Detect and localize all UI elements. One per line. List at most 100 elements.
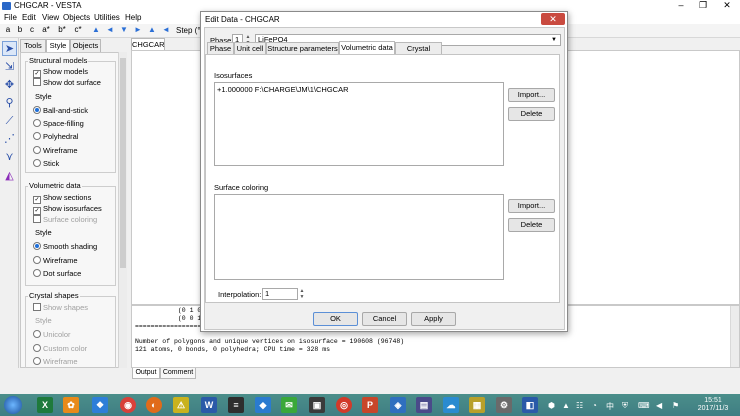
- tab-phase[interactable]: Phase: [207, 42, 234, 54]
- chrome-icon[interactable]: ◉: [120, 397, 136, 413]
- app9-icon[interactable]: ≡: [228, 397, 244, 413]
- tab-objects[interactable]: Objects: [70, 39, 101, 52]
- maximize-button[interactable]: ❐: [692, 0, 714, 11]
- radio-crystal-wireframe[interactable]: Wireframe: [33, 357, 78, 367]
- excel-icon[interactable]: X: [37, 397, 53, 413]
- select-tool-icon[interactable]: ➤: [2, 41, 17, 56]
- tab-output[interactable]: Output: [132, 368, 160, 379]
- minimize-button[interactable]: –: [670, 0, 692, 11]
- magnify-tool-icon[interactable]: ⚲: [2, 96, 17, 111]
- lattice-plane-tool-icon[interactable]: ◭: [2, 169, 17, 184]
- app14-icon[interactable]: ◈: [390, 397, 406, 413]
- translate-tool-icon[interactable]: ✥: [2, 78, 17, 93]
- app19-icon[interactable]: ◧: [522, 397, 538, 413]
- tray-icon[interactable]: ⬢: [548, 401, 555, 410]
- show-models-checkbox[interactable]: ✓ Show models: [33, 67, 88, 78]
- dihedral-tool-icon[interactable]: ⋎: [2, 150, 17, 165]
- coloring-delete-button[interactable]: Delete: [508, 218, 555, 232]
- firefox-icon[interactable]: ◐: [146, 397, 162, 413]
- angle-tool-icon[interactable]: ⋰: [2, 132, 17, 147]
- panel-scrollbar[interactable]: [118, 52, 127, 368]
- isosurface-delete-button[interactable]: Delete: [508, 107, 555, 121]
- radio-polyhedral[interactable]: Polyhedral: [33, 132, 78, 142]
- surface-coloring-list[interactable]: [214, 194, 504, 280]
- taskbar-clock[interactable]: 15:51 2017/11/3: [688, 397, 738, 413]
- dialog-close-button[interactable]: ✕: [541, 13, 565, 25]
- show-isosurfaces-checkbox[interactable]: ✓ Show isosurfaces: [33, 204, 102, 215]
- rotate-right-icon[interactable]: ►: [132, 25, 144, 34]
- radio-ball-and-stick[interactable]: Ball-and-stick: [33, 106, 88, 116]
- menu-edit[interactable]: Edit: [22, 13, 36, 22]
- isosurface-entry[interactable]: +1.000000 F:\CHARGE\JM\1\CHGCAR: [217, 85, 349, 94]
- tab-comment[interactable]: Comment: [160, 368, 196, 379]
- tab-style[interactable]: Style: [46, 39, 70, 53]
- view-c-button[interactable]: c: [26, 25, 38, 34]
- start-button[interactable]: [4, 396, 22, 414]
- close-button[interactable]: ✕: [716, 0, 738, 11]
- tab-structure-parameters[interactable]: Structure parameters: [266, 42, 339, 54]
- ok-button[interactable]: OK: [313, 312, 358, 326]
- surface-coloring-checkbox[interactable]: Surface coloring: [33, 215, 97, 225]
- interpolation-spinner[interactable]: ▲ ▼: [298, 288, 306, 300]
- menu-help[interactable]: Help: [125, 13, 141, 22]
- output-scrollbar[interactable]: [730, 306, 739, 367]
- interpolation-field[interactable]: 1: [262, 288, 298, 300]
- app2-icon[interactable]: ✿: [63, 397, 79, 413]
- apply-button[interactable]: Apply: [411, 312, 456, 326]
- panel-scroll-thumb[interactable]: [120, 58, 126, 268]
- app12-icon[interactable]: ◎: [336, 397, 352, 413]
- isosurfaces-list[interactable]: +1.000000 F:\CHARGE\JM\1\CHGCAR: [214, 82, 504, 166]
- view-c-star-button[interactable]: c*: [72, 25, 84, 34]
- radio-custom-color[interactable]: Custom color: [33, 344, 87, 354]
- radio-space-filling[interactable]: Space-filling: [33, 119, 84, 129]
- distance-tool-icon[interactable]: ⟋: [2, 114, 17, 129]
- shield-icon[interactable]: ⛨: [622, 401, 628, 411]
- app11-icon[interactable]: ▣: [309, 397, 325, 413]
- radio-unicolor[interactable]: Unicolor: [33, 330, 71, 340]
- wifi-icon[interactable]: ◔: [592, 401, 597, 410]
- app18-icon[interactable]: ⚙: [496, 397, 512, 413]
- menu-file[interactable]: File: [4, 13, 17, 22]
- tray-up-icon[interactable]: ▲: [562, 401, 570, 410]
- tab-volumetric-data[interactable]: Volumetric data: [339, 41, 395, 54]
- rotate-left-icon[interactable]: ◄: [104, 25, 116, 34]
- rotate-down-icon[interactable]: ▼: [118, 25, 130, 34]
- app10-icon[interactable]: ◆: [255, 397, 271, 413]
- radio-wireframe[interactable]: Wireframe: [33, 146, 78, 156]
- app17-icon[interactable]: ▦: [469, 397, 485, 413]
- isosurface-import-button[interactable]: Import...: [508, 88, 555, 102]
- input-method-icon[interactable]: 中: [606, 401, 614, 412]
- show-sections-checkbox[interactable]: ✓ Show sections: [33, 193, 91, 204]
- show-shapes-checkbox[interactable]: Show shapes: [33, 303, 88, 313]
- view-a-star-button[interactable]: a*: [40, 25, 52, 34]
- coloring-import-button[interactable]: Import...: [508, 199, 555, 213]
- powerpoint-icon[interactable]: P: [362, 397, 378, 413]
- tab-unit-cell[interactable]: Unit cell: [234, 42, 266, 54]
- select-alt-tool-icon[interactable]: ⇲: [2, 60, 17, 75]
- tab-tools[interactable]: Tools: [20, 39, 46, 52]
- app16-icon[interactable]: ☁: [443, 397, 459, 413]
- show-dot-surface-checkbox[interactable]: Show dot surface: [33, 78, 101, 88]
- cancel-button[interactable]: Cancel: [362, 312, 407, 326]
- volume-icon[interactable]: ◀: [656, 401, 662, 410]
- view-a-button[interactable]: a: [2, 25, 14, 34]
- radio-dot-surface[interactable]: Dot surface: [33, 269, 81, 279]
- rotate-up-icon[interactable]: ▲: [90, 25, 102, 34]
- keyboard-icon[interactable]: ⌨: [638, 401, 650, 410]
- radio-smooth-shading[interactable]: Smooth shading: [33, 242, 97, 252]
- menu-utilities[interactable]: Utilities: [94, 13, 120, 22]
- radio-stick[interactable]: Stick: [33, 159, 59, 169]
- view-b-button[interactable]: b: [14, 25, 26, 34]
- rotate-left-alt-icon[interactable]: ◄: [160, 25, 172, 34]
- menu-view[interactable]: View: [42, 13, 59, 22]
- view-b-star-button[interactable]: b*: [56, 25, 68, 34]
- menu-objects[interactable]: Objects: [63, 13, 90, 22]
- wechat-icon[interactable]: ✉: [281, 397, 297, 413]
- flag-icon[interactable]: ⚑: [672, 401, 679, 410]
- network-icon[interactable]: ☷: [576, 401, 583, 410]
- rotate-up-alt-icon[interactable]: ▲: [146, 25, 158, 34]
- app3-icon[interactable]: ❖: [92, 397, 108, 413]
- word-icon[interactable]: W: [201, 397, 217, 413]
- tab-crystal-shape[interactable]: Crystal shape: [395, 42, 442, 64]
- tab-chgcar[interactable]: CHGCAR: [131, 38, 165, 50]
